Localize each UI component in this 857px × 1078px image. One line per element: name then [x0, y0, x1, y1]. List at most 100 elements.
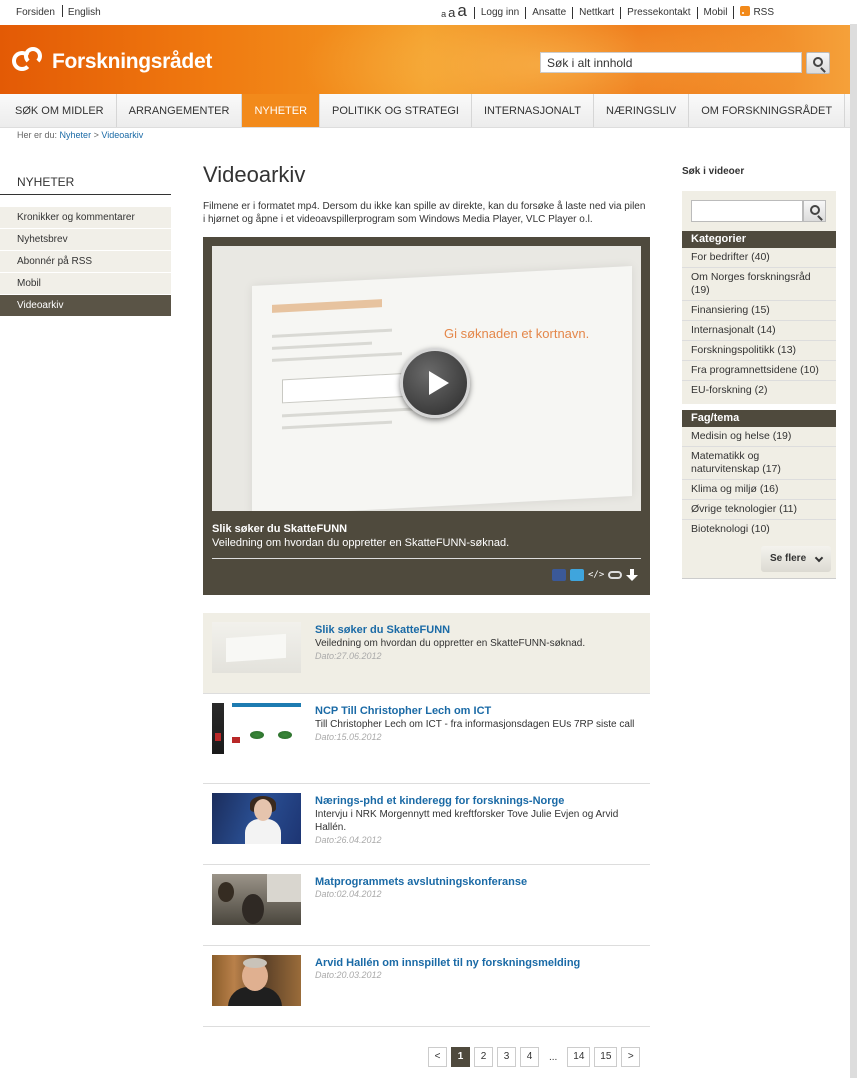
- forsiden-link[interactable]: Forsiden: [16, 7, 60, 18]
- video-title-link[interactable]: Slik søker du SkatteFUNN: [315, 624, 642, 636]
- list-item[interactable]: Slik søker du SkatteFUNN Veiledning om h…: [203, 613, 650, 694]
- fag-item[interactable]: Medisin og helse (19): [682, 427, 836, 447]
- categories-list: For bedrifter (40) Om Norges forskningsr…: [682, 248, 836, 404]
- pagination-page-1[interactable]: 1: [451, 1047, 470, 1067]
- font-size-medium[interactable]: a: [447, 6, 456, 19]
- nav-sok-om-midler[interactable]: SØK OM MIDLER: [0, 94, 117, 127]
- play-icon[interactable]: [400, 348, 470, 418]
- fag-item[interactable]: Bioteknologi (10): [682, 520, 836, 539]
- breadcrumb-prefix: Her er du:: [17, 130, 58, 140]
- utility-bar: Forsiden English a a a Logg inn Ansatte N…: [0, 0, 850, 25]
- video-title-link[interactable]: Nærings-phd et kinderegg for forsknings-…: [315, 795, 642, 807]
- font-size-small[interactable]: a: [440, 10, 447, 19]
- login-link[interactable]: Logg inn: [473, 7, 525, 19]
- video-screen[interactable]: Gi søknaden et kortnavn.: [212, 246, 641, 511]
- video-description: Veiledning om hvordan du oppretter en Sk…: [315, 638, 586, 649]
- video-search-input[interactable]: [691, 200, 803, 222]
- sidebar-item-videoarkiv[interactable]: Videoarkiv: [0, 295, 171, 317]
- section-sidebar: NYHETER Kronikker og kommentarer Nyhetsb…: [0, 170, 171, 317]
- category-item[interactable]: Internasjonalt (14): [682, 321, 836, 341]
- right-edge-strip: [850, 24, 857, 1078]
- list-item[interactable]: Arvid Hallén om innspillet til ny forskn…: [203, 946, 650, 1027]
- fag-item[interactable]: Klima og miljø (16): [682, 480, 836, 500]
- video-list: Slik søker du SkatteFUNN Veiledning om h…: [203, 613, 650, 1027]
- nav-naeringsliv[interactable]: NÆRINGSLIV: [594, 94, 690, 127]
- ansatte-link[interactable]: Ansatte: [525, 7, 572, 19]
- video-frame-headline: Gi søknaden et kortnavn.: [444, 326, 590, 341]
- category-item[interactable]: EU-forskning (2): [682, 381, 836, 400]
- fag-item[interactable]: Matematikk og naturvitenskap (17): [682, 447, 836, 480]
- site-search-input[interactable]: Søk i alt innhold: [540, 52, 802, 73]
- pagination-page-4[interactable]: 4: [520, 1047, 539, 1067]
- search-icon: [810, 205, 820, 215]
- video-title-link[interactable]: Matprogrammets avslutningskonferanse: [315, 876, 642, 888]
- list-item[interactable]: Matprogrammets avslutningskonferanse Dat…: [203, 865, 650, 946]
- nav-politikk-og-strategi[interactable]: POLITIKK OG STRATEGI: [320, 94, 472, 127]
- font-size-large[interactable]: a: [456, 2, 467, 19]
- pagination-page-15[interactable]: 15: [594, 1047, 618, 1067]
- video-date: Dato:27.06.2012: [315, 651, 382, 661]
- category-item[interactable]: Forskningspolitikk (13): [682, 341, 836, 361]
- site-logo[interactable]: Forskningsrådet: [12, 47, 212, 77]
- breadcrumb: Her er du: Nyheter > Videoarkiv: [17, 130, 143, 140]
- pagination-next[interactable]: >: [621, 1047, 641, 1067]
- category-item[interactable]: For bedrifter (40): [682, 248, 836, 268]
- breadcrumb-nyheter[interactable]: Nyheter: [60, 130, 92, 140]
- category-item[interactable]: Om Norges forskningsråd (19): [682, 268, 836, 301]
- logo-text: Forskningsrådet: [52, 50, 213, 73]
- category-item[interactable]: Finansiering (15): [682, 301, 836, 321]
- video-search-box: [682, 191, 836, 231]
- video-title-link[interactable]: Arvid Hallén om innspillet til ny forskn…: [315, 957, 642, 969]
- video-thumbnail[interactable]: [212, 955, 301, 1006]
- utility-right-links: a a a Logg inn Ansatte Nettkart Presseko…: [440, 2, 780, 19]
- video-thumbnail[interactable]: [212, 793, 301, 844]
- twitter-icon[interactable]: [570, 569, 584, 581]
- list-item[interactable]: Nærings-phd et kinderegg for forsknings-…: [203, 784, 650, 865]
- breadcrumb-videoarkiv[interactable]: Videoarkiv: [101, 130, 143, 140]
- intro-text: Filmene er i formatet mp4. Dersom du ikk…: [203, 201, 646, 225]
- fag-item[interactable]: Øvrige teknologier (11): [682, 500, 836, 520]
- category-item[interactable]: Fra programnettsidene (10): [682, 361, 836, 381]
- video-thumbnail[interactable]: [212, 703, 301, 761]
- video-date: Dato:02.04.2012: [315, 889, 382, 899]
- pagination-page-14[interactable]: 14: [567, 1047, 591, 1067]
- nav-om-forskningsradet[interactable]: OM FORSKNINGSRÅDET: [689, 94, 846, 127]
- video-search-button[interactable]: [803, 200, 826, 222]
- mobil-link[interactable]: Mobil: [696, 7, 734, 19]
- pagination-ellipsis: ...: [549, 1051, 558, 1063]
- right-sidebar: Søk i videoer Kategorier For bedrifter (…: [682, 162, 836, 579]
- see-more-button[interactable]: Se flere: [761, 546, 831, 572]
- sidebar-item-kronikker[interactable]: Kronikker og kommentarer: [0, 207, 171, 229]
- pressekontakt-link[interactable]: Pressekontakt: [620, 7, 696, 19]
- video-date: Dato:15.05.2012: [315, 732, 382, 742]
- pagination-page-2[interactable]: 2: [474, 1047, 493, 1067]
- pagination-page-3[interactable]: 3: [497, 1047, 516, 1067]
- download-icon[interactable]: [626, 569, 638, 581]
- nettkart-link[interactable]: Nettkart: [572, 7, 620, 19]
- nav-arrangementer[interactable]: ARRANGEMENTER: [117, 94, 243, 127]
- embed-icon[interactable]: </>: [588, 569, 604, 581]
- video-title-link[interactable]: NCP Till Christopher Lech om ICT: [315, 705, 642, 717]
- see-more-area: Se flere: [682, 543, 836, 579]
- list-item[interactable]: NCP Till Christopher Lech om ICT Till Ch…: [203, 694, 650, 784]
- see-more-label: Se flere: [770, 553, 807, 564]
- site-search-button[interactable]: [806, 52, 830, 74]
- fag-tema-heading: Fag/tema: [682, 410, 836, 427]
- facebook-icon[interactable]: [552, 569, 566, 581]
- sidebar-item-rss[interactable]: Abonnér på RSS: [0, 251, 171, 273]
- rss-link[interactable]: RSS: [733, 6, 780, 19]
- english-link[interactable]: English: [68, 7, 106, 18]
- search-icon: [813, 57, 823, 67]
- player-divider: [212, 558, 641, 559]
- nav-nyheter[interactable]: NYHETER: [242, 94, 321, 127]
- font-size-controls: a a a: [440, 2, 474, 19]
- nav-internasjonalt[interactable]: INTERNASJONALT: [472, 94, 594, 127]
- sidebar-item-nyhetsbrev[interactable]: Nyhetsbrev: [0, 229, 171, 251]
- fag-tema-list: Medisin og helse (19) Matematikk og natu…: [682, 427, 836, 543]
- link-icon[interactable]: [608, 571, 622, 579]
- video-thumbnail[interactable]: [212, 622, 301, 673]
- rss-icon: [740, 6, 751, 16]
- sidebar-item-mobil[interactable]: Mobil: [0, 273, 171, 295]
- pagination-prev[interactable]: <: [428, 1047, 447, 1067]
- video-thumbnail[interactable]: [212, 874, 301, 925]
